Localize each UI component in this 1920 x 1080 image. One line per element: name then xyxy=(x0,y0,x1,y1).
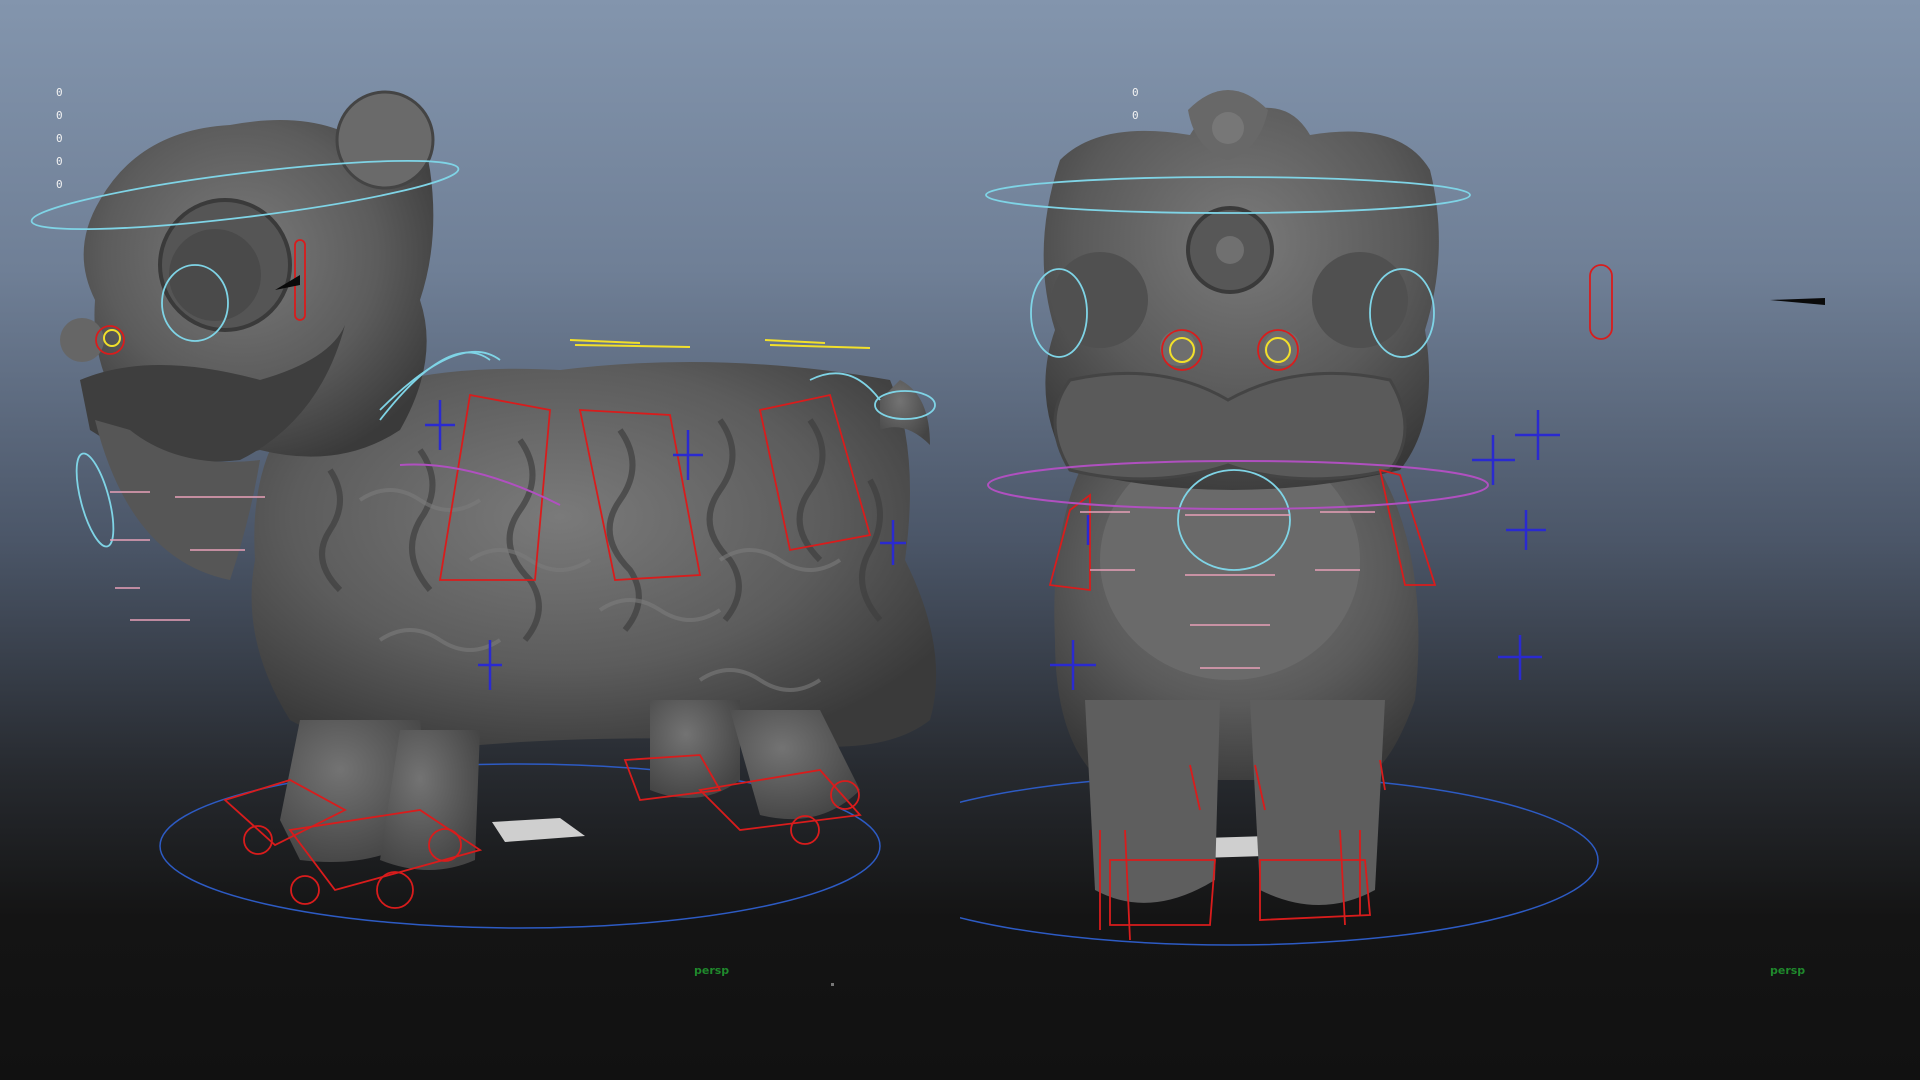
lion-nose-mesh xyxy=(60,318,104,362)
camera-label: persp xyxy=(1770,964,1806,977)
lion-eye-iris xyxy=(169,229,261,321)
lion-ear-mesh xyxy=(335,90,435,190)
camera-label: persp xyxy=(694,964,730,977)
lion-eye-left-mesh xyxy=(1052,252,1148,348)
lion-eye-right-mesh xyxy=(1312,252,1408,348)
viewport-dot xyxy=(831,983,834,986)
lion-rig-front-view[interactable] xyxy=(960,0,1920,1080)
eye-aim-locator xyxy=(1770,298,1825,305)
lion-rig-side-view[interactable] xyxy=(0,0,960,1080)
lion-horn-knob xyxy=(1212,112,1244,144)
viewport-left[interactable]: 0 0 0 0 0 persp xyxy=(0,0,960,1080)
grid-marker xyxy=(492,818,585,842)
viewport-right[interactable]: 0 0 0 0 0 xyxy=(960,0,1920,1080)
maya-viewport-area[interactable]: 0 0 0 0 0 persp 0 0 persp xyxy=(0,0,1920,1080)
lion-forehead-ornament-center xyxy=(1216,236,1244,264)
